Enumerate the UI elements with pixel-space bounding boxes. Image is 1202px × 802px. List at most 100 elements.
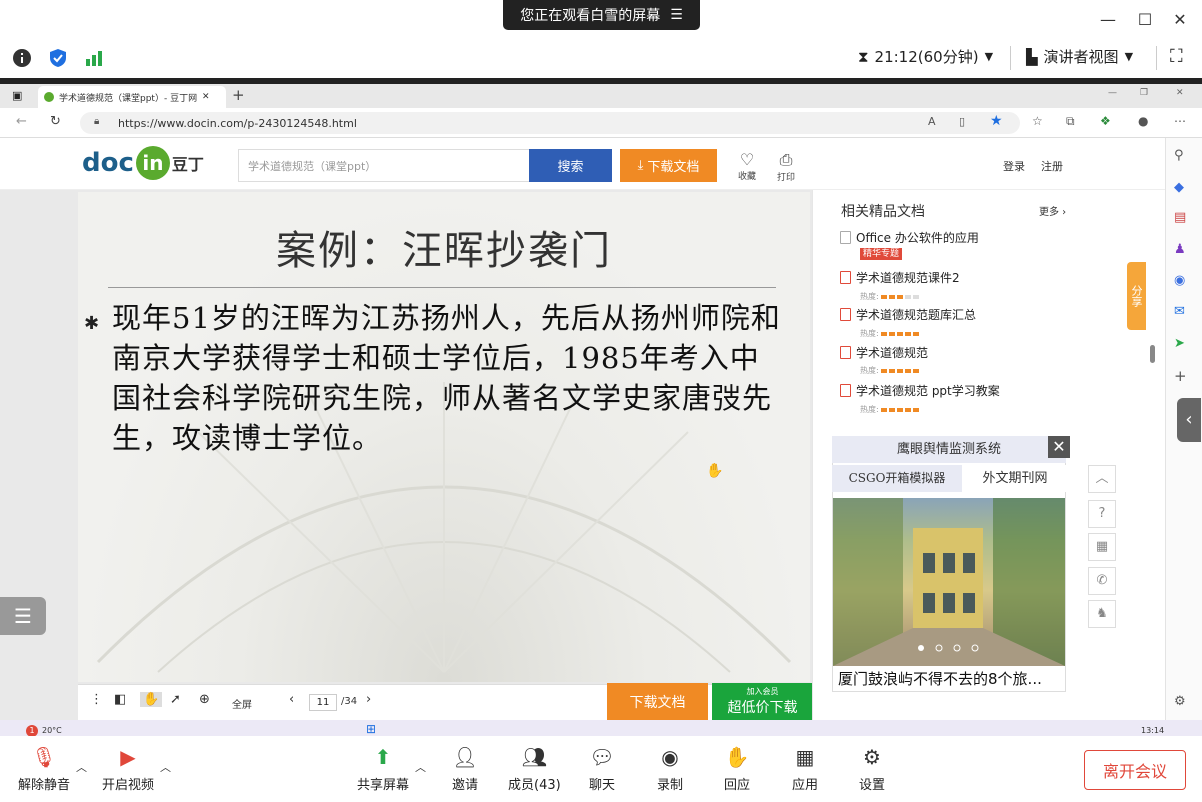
docin-logo[interactable]: doc in 豆丁 [82, 146, 204, 180]
related-item[interactable]: 学术道德规范题库汇总 [840, 306, 976, 323]
chevron-up-icon[interactable]: ︿ [415, 759, 426, 775]
page-number-input[interactable]: 11 [309, 694, 337, 711]
ad-tab[interactable]: 外文期刊网 [964, 465, 1066, 492]
search-input[interactable]: 学术道德规范（课堂ppt） [238, 149, 530, 182]
related-more-link[interactable]: 更多 › [1039, 203, 1066, 218]
search-button[interactable]: 搜索 [529, 149, 612, 182]
zoom-in-icon[interactable]: ⊕ [199, 692, 210, 707]
tag-icon[interactable]: ◆ [1174, 180, 1184, 195]
browser-tab[interactable]: 学术道德规范（课堂ppt）- 豆丁网 ✕ [38, 86, 226, 108]
sidebar-toggle-icon[interactable]: ◧ [114, 692, 126, 707]
apps-button[interactable]: ▦ 应用 [792, 744, 818, 793]
start-video-button[interactable]: ▶︎ 开启视频 [102, 744, 154, 793]
chevron-left-icon[interactable]: ‹ [1177, 398, 1201, 442]
share-banner[interactable]: 您正在观看白雪的屏幕 ☰ [503, 0, 700, 30]
favorites-icon[interactable]: ☆ [1032, 114, 1043, 128]
refresh-icon[interactable]: ↻ [50, 114, 61, 129]
related-item[interactable]: 学术道德规范 [840, 344, 928, 361]
favorite-star-icon[interactable]: ★ [990, 113, 1003, 129]
help-icon[interactable]: ? [1088, 500, 1116, 528]
gear-icon[interactable]: ⚙ [1174, 694, 1186, 709]
viewer-download-button[interactable]: 下载文档 [607, 683, 708, 720]
browser-minimize-icon[interactable]: — [1108, 88, 1117, 98]
register-link[interactable]: 注册 [1041, 158, 1063, 174]
download-doc-button[interactable]: ⤓ 下载文档 [620, 149, 717, 182]
pdf-icon [840, 384, 851, 397]
ad-caption[interactable]: 厦门鼓浪屿不得不去的8个旅... [838, 668, 1064, 689]
reader-view-icon[interactable]: ▯ [959, 115, 965, 128]
new-tab-icon[interactable]: + [232, 86, 245, 104]
building-image [833, 498, 1065, 666]
related-title: 相关精品文档 [841, 204, 925, 220]
close-tab-icon[interactable]: ✕ [202, 92, 210, 102]
search-icon[interactable]: ⚲ [1174, 148, 1184, 163]
info-icon[interactable] [12, 48, 32, 68]
shield-icon[interactable] [48, 48, 68, 68]
chevron-up-icon[interactable]: ︿ [76, 759, 87, 775]
browser-restore-icon[interactable]: ❐ [1140, 88, 1148, 98]
scrollbar-thumb[interactable] [1150, 345, 1155, 363]
games-icon[interactable]: ♟ [1174, 242, 1186, 257]
qr-code-icon[interactable]: ▦ [1088, 533, 1116, 561]
qq-icon[interactable]: ♞ [1088, 600, 1116, 628]
meeting-timer[interactable]: ⧗ 21:12(60分钟) ▼ [858, 46, 993, 67]
back-icon[interactable]: ← [16, 114, 27, 129]
print-button[interactable]: ⎙ 打印 [774, 150, 798, 183]
related-item[interactable]: 学术道德规范 ppt学习教案 [840, 382, 1000, 399]
fullscreen-link[interactable]: 全屏 [232, 696, 252, 711]
chevron-up-icon[interactable]: ︿ [1088, 465, 1116, 493]
minimize-icon[interactable]: — [1096, 8, 1120, 32]
invite-button[interactable]: 👤︎ 邀请 [452, 744, 478, 793]
members-button[interactable]: 👥︎ 成员(43) [508, 744, 561, 793]
login-link[interactable]: 登录 [1003, 158, 1025, 174]
hand-tool-icon[interactable]: ✋ [140, 692, 163, 707]
heat-rating: 热度: [860, 365, 919, 376]
url-field[interactable]: https://www.docin.com/p-2430124548.html [80, 112, 1020, 134]
outlook-icon[interactable]: ✉ [1174, 304, 1185, 319]
ad-title[interactable]: 鹰眼舆情监测系统 [832, 436, 1066, 463]
record-icon: ◉ [661, 745, 679, 769]
browser-close-icon[interactable]: ✕ [1176, 88, 1184, 98]
view-mode-dropdown[interactable]: ▙ 演讲者视图 ▼ [1026, 46, 1133, 67]
profile-icon[interactable]: ● [1138, 114, 1148, 128]
add-icon[interactable]: + [1174, 367, 1187, 385]
hourglass-icon: ⧗ [858, 47, 869, 66]
collections-icon[interactable]: ⧉ [1066, 114, 1075, 129]
vip-download-button[interactable]: 加入会员 超低价下载 [712, 683, 813, 720]
office-icon[interactable]: ◉ [1174, 273, 1185, 288]
ad-tab[interactable]: CSGO开箱模拟器 [832, 465, 962, 492]
send-icon[interactable]: ➤ [1174, 336, 1185, 351]
collect-button[interactable]: ♡ 收藏 [735, 150, 759, 182]
select-tool-icon[interactable]: ➚ [170, 692, 181, 707]
windows-start-icon[interactable]: ⊞ [366, 722, 376, 736]
close-icon[interactable]: ✕ [1048, 436, 1070, 458]
share-screen-button[interactable]: ⬆ 共享屏幕 [357, 744, 409, 793]
react-button[interactable]: ✋ 回应 [724, 744, 750, 793]
unmute-button[interactable]: 🎙︎ 解除静音 [18, 744, 70, 793]
tab-actions-icon[interactable]: ▣ [12, 89, 22, 102]
related-item[interactable]: 学术道德规范课件2 [840, 269, 960, 286]
chevron-up-icon[interactable]: ︿ [160, 759, 171, 775]
read-aloud-icon[interactable]: A [928, 115, 936, 128]
more-icon[interactable]: ⋯ [1174, 114, 1186, 128]
related-item[interactable]: Office 办公软件的应用 [840, 229, 979, 246]
maximize-icon[interactable]: ☐ [1133, 8, 1157, 32]
extension-icon[interactable]: ❖ [1100, 114, 1111, 128]
signal-icon[interactable] [84, 48, 104, 68]
lock-icon[interactable]: 🔒︎ [94, 116, 99, 127]
next-page-icon[interactable]: › [366, 692, 371, 707]
more-vertical-icon[interactable]: ⋮ [90, 692, 103, 707]
toolbox-icon[interactable]: ▤ [1174, 210, 1186, 225]
hand-icon: ✋ [724, 745, 750, 769]
leave-meeting-button[interactable]: 离开会议 [1084, 750, 1186, 790]
ad-photo[interactable] [833, 498, 1065, 666]
settings-button[interactable]: ⚙ 设置 [859, 744, 885, 793]
prev-page-icon[interactable]: ‹ [289, 692, 294, 707]
wechat-icon[interactable]: ✆ [1088, 567, 1116, 595]
chat-button[interactable]: 💬︎ 聊天 [589, 744, 615, 793]
close-icon[interactable]: ✕ [1168, 8, 1192, 32]
share-side-tab[interactable]: 分享 [1127, 262, 1146, 330]
list-icon[interactable]: ☰ [0, 597, 46, 635]
record-button[interactable]: ◉ 录制 [657, 744, 683, 793]
fullscreen-icon[interactable]: ⛶ [1170, 46, 1183, 67]
